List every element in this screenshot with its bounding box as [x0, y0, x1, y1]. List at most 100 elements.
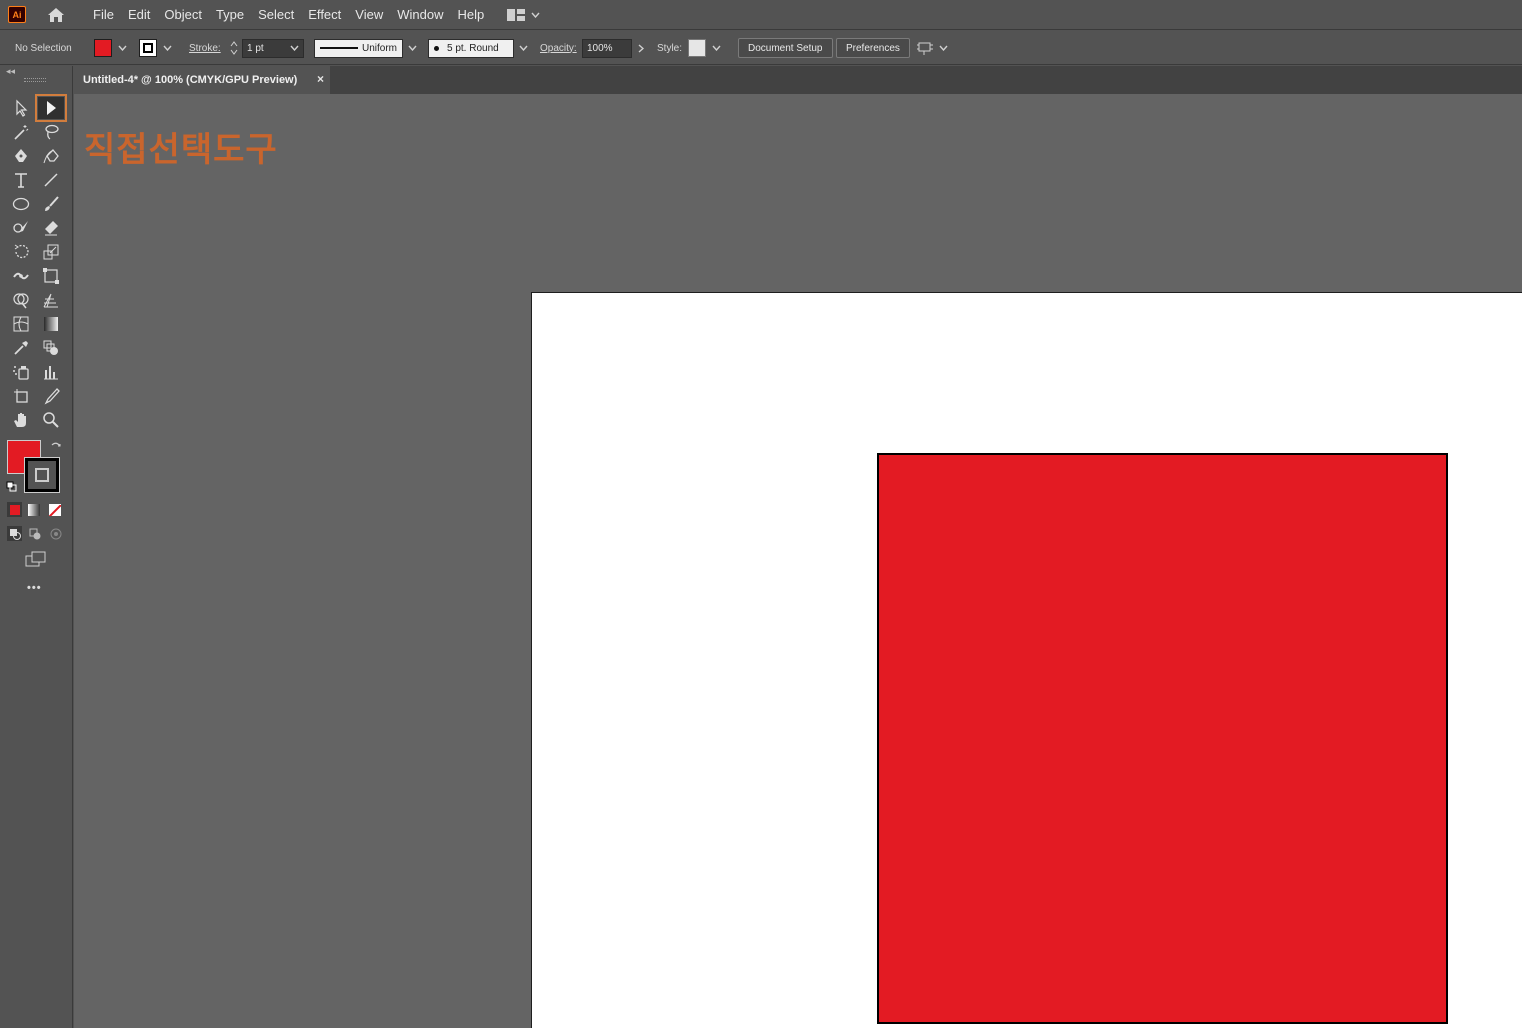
- panel-grip[interactable]: [24, 78, 46, 82]
- eraser-icon: [45, 221, 58, 236]
- swap-fill-stroke-icon[interactable]: [50, 440, 62, 458]
- brush-control[interactable]: 5 pt. Round: [428, 31, 528, 65]
- chevron-right-icon[interactable]: [638, 43, 644, 53]
- curvature-tool[interactable]: [38, 145, 64, 167]
- eraser-tool[interactable]: [38, 217, 64, 239]
- default-fill-stroke-icon[interactable]: [6, 480, 18, 498]
- curvature-pen-icon: [43, 149, 59, 164]
- stepper-icon[interactable]: [229, 39, 239, 57]
- stroke-swatch[interactable]: [139, 39, 157, 57]
- stroke-control[interactable]: [139, 31, 172, 65]
- slice-tool[interactable]: [38, 385, 64, 407]
- chevron-down-icon[interactable]: [939, 45, 948, 51]
- line-segment-tool[interactable]: [38, 169, 64, 191]
- blend-icon: [43, 340, 58, 355]
- brush-value: 5 pt. Round: [447, 42, 499, 54]
- chevron-down-icon[interactable]: [408, 45, 417, 51]
- fill-swatch[interactable]: [94, 39, 112, 57]
- menu-window[interactable]: Window: [390, 0, 450, 30]
- gradient-tool[interactable]: [38, 313, 64, 335]
- symbol-sprayer-tool[interactable]: [8, 361, 34, 383]
- artboard-tool[interactable]: [8, 385, 34, 407]
- chevron-down-icon[interactable]: [519, 45, 528, 51]
- chevron-down-icon[interactable]: [163, 45, 172, 51]
- home-icon[interactable]: [46, 5, 66, 25]
- document-tab-title: Untitled-4* @ 100% (CMYK/GPU Preview): [83, 74, 298, 86]
- mesh-tool[interactable]: [8, 313, 34, 335]
- selection-tool[interactable]: [8, 97, 34, 119]
- arrange-control[interactable]: [916, 31, 948, 65]
- stroke-weight-field[interactable]: 1 pt: [242, 38, 304, 58]
- preferences-button[interactable]: Preferences: [836, 38, 910, 58]
- menu-help[interactable]: Help: [450, 0, 491, 30]
- opacity-label[interactable]: Opacity:: [540, 31, 577, 65]
- close-icon[interactable]: ×: [317, 72, 324, 86]
- stroke-weight-control[interactable]: 1 pt: [229, 31, 304, 65]
- menu-file[interactable]: File: [86, 0, 121, 30]
- menu-object[interactable]: Object: [157, 0, 209, 30]
- tool-annotation-label: 직접선택도구: [84, 130, 278, 170]
- artboard[interactable]: [531, 292, 1522, 1028]
- opacity-field[interactable]: 100%: [582, 38, 632, 58]
- style-control[interactable]: [688, 31, 721, 65]
- magic-wand-tool[interactable]: [8, 121, 34, 143]
- zoom-tool[interactable]: [38, 409, 64, 431]
- perspective-grid-tool[interactable]: [38, 289, 64, 311]
- draw-inside-button[interactable]: [50, 527, 62, 545]
- document-tab[interactable]: Untitled-4* @ 100% (CMYK/GPU Preview) ×: [74, 66, 330, 94]
- blend-tool[interactable]: [38, 337, 64, 359]
- menu-effect[interactable]: Effect: [301, 0, 348, 30]
- screen-mode-button[interactable]: [25, 551, 47, 572]
- shape-builder-tool[interactable]: [8, 289, 34, 311]
- ellipse-tool[interactable]: [8, 193, 34, 215]
- stroke-profile-field[interactable]: Uniform: [314, 38, 403, 58]
- brush-field[interactable]: 5 pt. Round: [428, 38, 514, 58]
- gradient-mode-button[interactable]: [28, 504, 40, 516]
- menu-select[interactable]: Select: [251, 0, 301, 30]
- edit-toolbar-button[interactable]: •••: [27, 582, 42, 594]
- fill-control[interactable]: [94, 31, 127, 65]
- width-tool[interactable]: [8, 265, 34, 287]
- pen-tool[interactable]: [8, 145, 34, 167]
- chevron-down-icon[interactable]: [118, 45, 127, 51]
- color-mode-button[interactable]: [7, 502, 22, 517]
- draw-normal-button[interactable]: [7, 526, 22, 541]
- canvas-area[interactable]: 직접선택도구: [74, 94, 1522, 1028]
- rotate-tool[interactable]: [8, 241, 34, 263]
- red-rectangle-shape[interactable]: [877, 453, 1448, 1024]
- draw-behind-button[interactable]: [29, 527, 41, 545]
- type-tool[interactable]: [8, 169, 34, 191]
- workspace-switcher[interactable]: [507, 8, 540, 21]
- menu-bar: Ai File Edit Object Type Select Effect V…: [0, 0, 1522, 30]
- document-setup-wrapper: Document Setup: [738, 31, 833, 65]
- eyedropper-tool[interactable]: [8, 337, 34, 359]
- column-graph-icon: [44, 366, 58, 380]
- document-tab-bar: Untitled-4* @ 100% (CMYK/GPU Preview) ×: [74, 66, 1522, 94]
- free-transform-tool[interactable]: [38, 265, 64, 287]
- direct-selection-tool[interactable]: [35, 94, 67, 122]
- document-setup-button[interactable]: Document Setup: [738, 38, 833, 58]
- stroke-color-swatch[interactable]: [24, 457, 60, 493]
- menu-edit[interactable]: Edit: [121, 0, 157, 30]
- shaper-tool[interactable]: [8, 217, 34, 239]
- workspace-layout-icon: [507, 8, 526, 21]
- menu-type[interactable]: Type: [209, 0, 251, 30]
- collapse-panel-icon[interactable]: ◂◂: [6, 66, 15, 77]
- stroke-profile-control[interactable]: Uniform: [314, 31, 417, 65]
- stroke-label[interactable]: Stroke:: [189, 31, 221, 65]
- selection-arrow-icon: [16, 99, 28, 117]
- zoom-magnifier-icon: [43, 412, 59, 428]
- scale-tool[interactable]: [38, 241, 64, 263]
- style-swatch[interactable]: [688, 39, 706, 57]
- menu-view[interactable]: View: [348, 0, 390, 30]
- opacity-control[interactable]: 100%: [582, 31, 644, 65]
- color-fill-icon: [9, 504, 20, 515]
- hand-tool[interactable]: [8, 409, 34, 431]
- paintbrush-tool[interactable]: [38, 193, 64, 215]
- lasso-tool[interactable]: [38, 121, 64, 143]
- arrange-documents-icon[interactable]: [916, 40, 934, 56]
- column-graph-tool[interactable]: [38, 361, 64, 383]
- none-mode-button[interactable]: [49, 504, 61, 516]
- mesh-icon: [13, 316, 29, 332]
- chevron-down-icon[interactable]: [712, 45, 721, 51]
